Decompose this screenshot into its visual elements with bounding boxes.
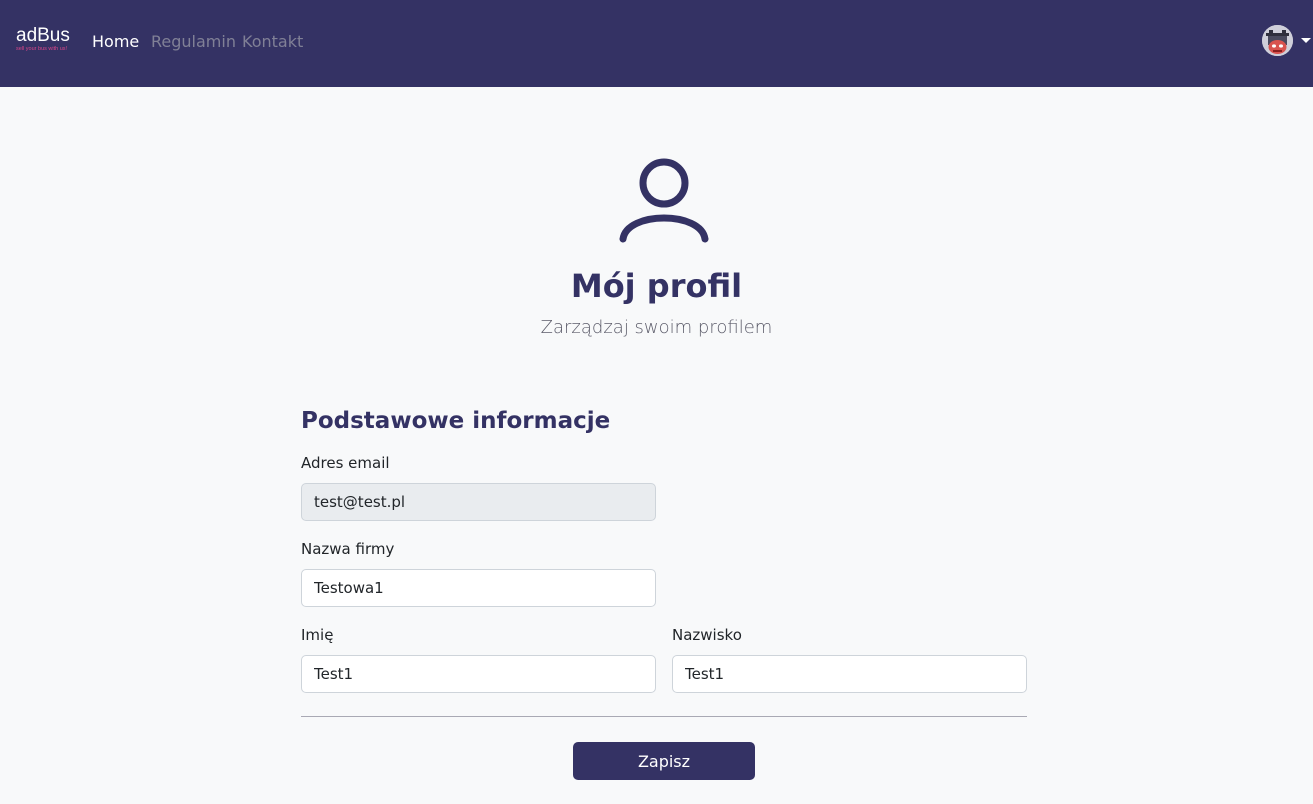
- brand-logo[interactable]: adBus sell your bus with us!: [16, 26, 80, 56]
- caret-down-icon: [1301, 38, 1311, 43]
- nav-link-regulamin[interactable]: Regulamin: [151, 32, 236, 52]
- page-title: Mój profil: [570, 267, 743, 305]
- company-name-label: Nazwa firmy: [301, 540, 395, 558]
- user-profile-icon: [617, 151, 711, 245]
- avatar-icon: [1262, 25, 1293, 56]
- nav-link-kontakt[interactable]: Kontakt: [242, 32, 303, 52]
- brand-tagline: sell your bus with us!: [16, 46, 68, 52]
- page-subtitle: Zarządzaj swoim profilem: [540, 317, 773, 338]
- section-title-basic-info: Podstawowe informacje: [301, 408, 611, 434]
- form-divider: [301, 716, 1027, 717]
- top-navbar: adBus sell your bus with us! Home Regula…: [0, 0, 1313, 87]
- user-menu-toggle[interactable]: [1262, 25, 1313, 57]
- first-name-label: Imię: [301, 626, 334, 644]
- save-button[interactable]: Zapisz: [573, 742, 755, 780]
- email-label: Adres email: [301, 454, 390, 472]
- first-name-field[interactable]: [301, 655, 656, 693]
- brand-name: adBus: [16, 25, 70, 46]
- last-name-label: Nazwisko: [672, 626, 742, 644]
- email-field[interactable]: [301, 483, 656, 521]
- last-name-field[interactable]: [672, 655, 1027, 693]
- nav-link-home[interactable]: Home: [92, 32, 139, 52]
- company-name-field[interactable]: [301, 569, 656, 607]
